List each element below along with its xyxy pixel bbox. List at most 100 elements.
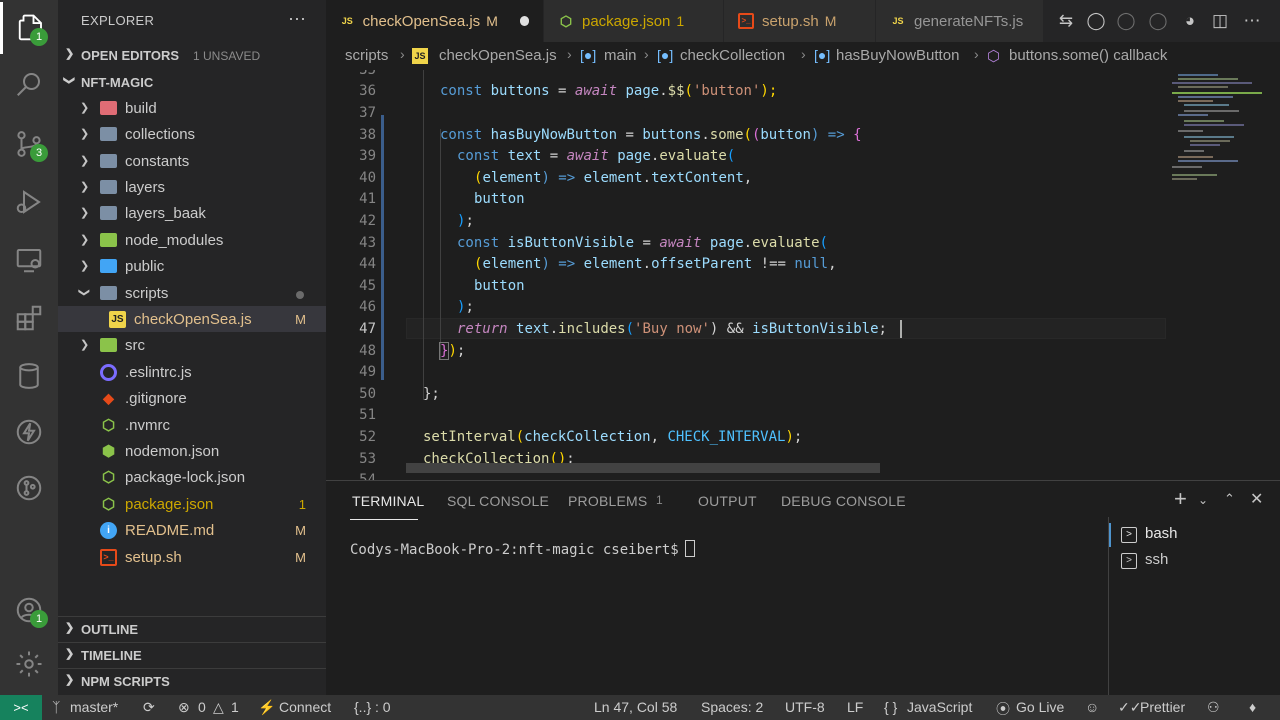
breadcrumb-item[interactable]: checkCollection <box>680 47 785 64</box>
code-line-40: (element) => element.textContent, <box>474 170 753 186</box>
cursor-position[interactable]: Ln 47, Col 58 <box>594 699 677 715</box>
breadcrumb-item[interactable]: checkOpenSea.js <box>439 47 557 64</box>
indentation[interactable]: Spaces: 2 <box>701 699 763 715</box>
tab-output[interactable]: OUTPUT <box>698 493 757 509</box>
git-graph-icon[interactable] <box>0 462 58 514</box>
tree-item-build[interactable]: ❯ build <box>58 95 326 121</box>
line-number: 46 <box>359 299 376 315</box>
more-actions-icon[interactable]: ⋯ <box>1242 11 1262 31</box>
source-control-badge: 3 <box>30 144 48 162</box>
breadcrumb-item[interactable]: scripts <box>345 47 388 64</box>
tree-item-checkopensea[interactable]: JS checkOpenSea.js M <box>58 306 326 332</box>
accounts-icon[interactable]: 1 <box>0 584 58 636</box>
go-forward-icon[interactable]: ◯ <box>1116 11 1136 31</box>
maximize-panel-icon[interactable]: ⌃ <box>1224 491 1235 507</box>
terminal-output[interactable]: Codys-MacBook-Pro-2:nft-magic cseibert$ <box>350 540 695 558</box>
tab-generate-nfts[interactable]: JS generateNFTs.js <box>876 0 1044 42</box>
tree-item-layers-baak[interactable]: ❯ layers_baak <box>58 200 326 226</box>
extensions-icon[interactable] <box>0 292 58 344</box>
account-icon[interactable]: ⚇ <box>1207 699 1220 716</box>
breadcrumb-item[interactable]: hasBuyNowButton <box>836 47 959 64</box>
branch-icon: ᛉ <box>52 699 61 715</box>
outline-section[interactable]: ❯ OUTLINE <box>58 616 326 640</box>
timeline-icon[interactable]: ◕ <box>1180 11 1200 31</box>
copilot-icon[interactable]: ☺ <box>1085 699 1099 715</box>
breadcrumb-item[interactable]: buttons.some() callback <box>1009 47 1167 64</box>
bell-icon[interactable]: ♦ <box>1249 699 1256 715</box>
open-editors-section[interactable]: ❯ OPEN EDITORS 1 UNSAVED <box>58 43 326 67</box>
tree-item-nodemon[interactable]: ⬢ nodemon.json <box>58 438 326 464</box>
tree-item-package-json[interactable]: ⬡ package.json 1 <box>58 491 326 517</box>
chevron-down-icon[interactable]: ⌄ <box>1198 493 1208 507</box>
active-tab-underline <box>350 519 418 520</box>
plug-icon: ⚡ <box>258 699 276 715</box>
tree-item-readme[interactable]: i README.md M <box>58 517 326 543</box>
go-back-icon[interactable]: ◯ <box>1086 11 1106 31</box>
tab-checkopensea[interactable]: JS checkOpenSea.js M <box>326 0 544 42</box>
line-number: 51 <box>359 407 376 423</box>
line-number: 44 <box>359 256 376 272</box>
unsaved-dot[interactable] <box>519 16 529 26</box>
tab-setup-sh[interactable]: >_ setup.sh M <box>724 0 876 42</box>
end-of-line[interactable]: LF <box>847 699 863 715</box>
remote-explorer-icon[interactable] <box>0 234 58 286</box>
code-editor[interactable]: 35 36 37 38 39 40 41 42 43 44 45 46 47 4… <box>326 70 1280 480</box>
new-terminal-icon[interactable]: + <box>1174 486 1187 512</box>
tree-item-collections[interactable]: ❯ collections <box>58 121 326 147</box>
npm-scripts-section[interactable]: ❯ NPM SCRIPTS <box>58 668 326 692</box>
chevron-right-icon: › <box>801 46 806 62</box>
remote-indicator[interactable]: >< <box>0 695 42 720</box>
language-mode[interactable]: JavaScript <box>907 699 972 715</box>
tree-item-gitignore[interactable]: ◆ .gitignore <box>58 385 326 411</box>
problems-count: 1 <box>656 493 663 507</box>
tree-item-layers[interactable]: ❯ layers <box>58 174 326 200</box>
tree-item-setup-sh[interactable]: >_ setup.sh M <box>58 544 326 570</box>
terminal-icon: > <box>1121 553 1137 569</box>
js-file-icon: JS <box>412 48 428 64</box>
explorer-icon[interactable]: 1 <box>0 2 58 54</box>
branch-name[interactable]: master* <box>70 699 118 715</box>
database-icon[interactable] <box>0 350 58 402</box>
split-editor-icon[interactable]: ◫ <box>1210 11 1230 31</box>
connect-button[interactable]: Connect <box>279 699 331 715</box>
tree-item-constants[interactable]: ❯ constants <box>58 148 326 174</box>
navigate-icon[interactable]: ◯ <box>1148 11 1168 31</box>
tab-problems[interactable]: PROBLEMS <box>568 493 647 509</box>
lightning-icon[interactable] <box>0 406 58 458</box>
gear-icon[interactable] <box>0 638 58 690</box>
error-count[interactable]: 0 <box>198 699 206 715</box>
warning-count[interactable]: 1 <box>231 699 239 715</box>
breadcrumb-item[interactable]: main <box>604 47 637 64</box>
go-live-button[interactable]: Go Live <box>1016 699 1064 715</box>
tree-item-scripts[interactable]: ❯ scripts <box>58 280 326 306</box>
encoding[interactable]: UTF-8 <box>785 699 825 715</box>
tree-item-nvmrc[interactable]: ⬡ .nvmrc <box>58 412 326 438</box>
tree-item-public[interactable]: ❯ public <box>58 253 326 279</box>
tree-item-src[interactable]: ❯ src <box>58 332 326 358</box>
code-line-38: const hasBuyNowButton = buttons.some((bu… <box>440 127 862 143</box>
run-debug-icon[interactable] <box>0 176 58 228</box>
source-control-icon[interactable]: 3 <box>0 118 58 170</box>
unsaved-count: 1 UNSAVED <box>193 49 261 63</box>
horizontal-scrollbar[interactable] <box>406 463 880 473</box>
tab-sql-console[interactable]: SQL CONSOLE <box>447 493 549 509</box>
tree-item-package-lock[interactable]: ⬡ package-lock.json <box>58 464 326 490</box>
bracket-info[interactable]: {..} : 0 <box>354 699 391 715</box>
search-icon[interactable] <box>0 58 58 110</box>
workspace-section[interactable]: ❯ NFT-MAGIC <box>58 70 326 94</box>
timeline-section[interactable]: ❯ TIMELINE <box>58 642 326 666</box>
chevron-right-icon: ❯ <box>80 181 90 193</box>
sync-icon[interactable]: ⟳ <box>143 699 155 716</box>
line-number: 36 <box>359 83 376 99</box>
tree-item-node-modules[interactable]: ❯ node_modules <box>58 227 326 253</box>
prettier-button[interactable]: Prettier <box>1140 699 1185 715</box>
more-actions-icon[interactable]: ··· <box>288 8 306 29</box>
tab-package-json[interactable]: ⬡ package.json 1 <box>544 0 724 42</box>
tree-item-eslintrc[interactable]: .eslintrc.js <box>58 359 326 385</box>
accounts-badge: 1 <box>30 610 48 628</box>
tab-terminal[interactable]: TERMINAL <box>352 493 424 509</box>
close-icon[interactable]: ✕ <box>1250 489 1263 509</box>
minimap[interactable] <box>1166 70 1271 480</box>
compare-changes-icon[interactable]: ⇆ <box>1056 11 1076 31</box>
tab-debug-console[interactable]: DEBUG CONSOLE <box>781 493 906 509</box>
